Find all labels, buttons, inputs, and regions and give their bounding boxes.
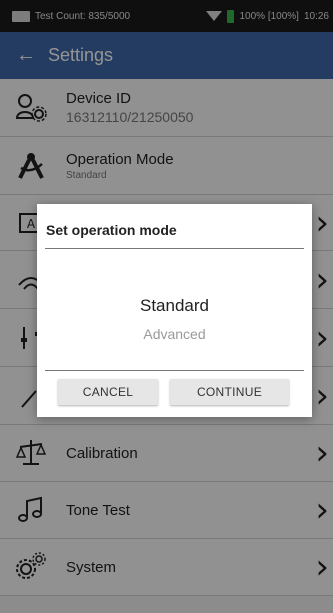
dialog-divider-top: [45, 248, 304, 249]
dialog-divider-bottom: [45, 370, 304, 371]
continue-button[interactable]: CONTINUE: [170, 379, 289, 405]
dialog-title: Set operation mode: [46, 222, 177, 238]
mode-option-standard[interactable]: Standard: [37, 296, 312, 316]
mode-option-advanced[interactable]: Advanced: [37, 326, 312, 342]
operation-mode-dialog: Set operation mode Standard Advanced CAN…: [37, 204, 312, 417]
cancel-button[interactable]: CANCEL: [58, 379, 158, 405]
